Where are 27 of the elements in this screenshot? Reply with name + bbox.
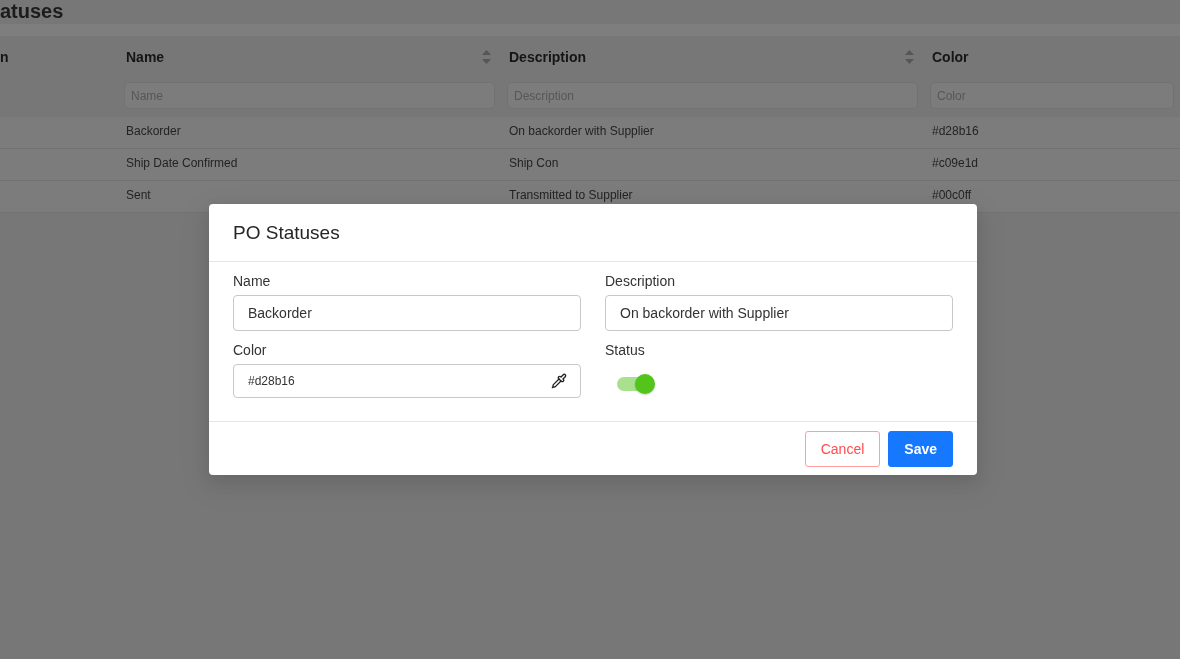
sort-icon[interactable] [905,50,914,64]
column-header: Color [932,49,969,65]
table-cell-text: #d28b16 [931,123,980,140]
field-label: Description [605,272,676,291]
table-cell-text: Backorder [125,123,182,140]
dialog-title: PO Statuses [233,221,340,244]
column-header: Name [126,49,165,65]
field-label: Name [233,272,271,291]
toggle-switch[interactable] [617,374,655,394]
field-label: Status [605,341,645,360]
sort-icon[interactable] [482,50,491,64]
save-button[interactable]: Save [888,431,953,467]
table-cell-text: Sent [125,187,152,204]
text-input[interactable]: Backorder [233,295,581,331]
table-cell-text: Ship Date Confirmed [125,155,239,172]
eyedropper-icon[interactable] [551,373,567,389]
table-cell-text: Ship Con [508,155,560,172]
table-cell-text: On backorder with Supplier [508,123,655,140]
column-header: Description [509,49,586,65]
table-cell-text: #00c0ff [931,187,973,204]
page-title: atuses [0,0,64,22]
field-label: Color [233,341,267,360]
column-header: n [0,49,9,65]
table-cell-text: Transmitted to Supplier [508,187,634,204]
hex-code-input[interactable]: #d28b16 [233,364,581,398]
text-input[interactable]: On backorder with Supplier [605,295,953,331]
table-cell-text: #c09e1d [931,155,980,172]
